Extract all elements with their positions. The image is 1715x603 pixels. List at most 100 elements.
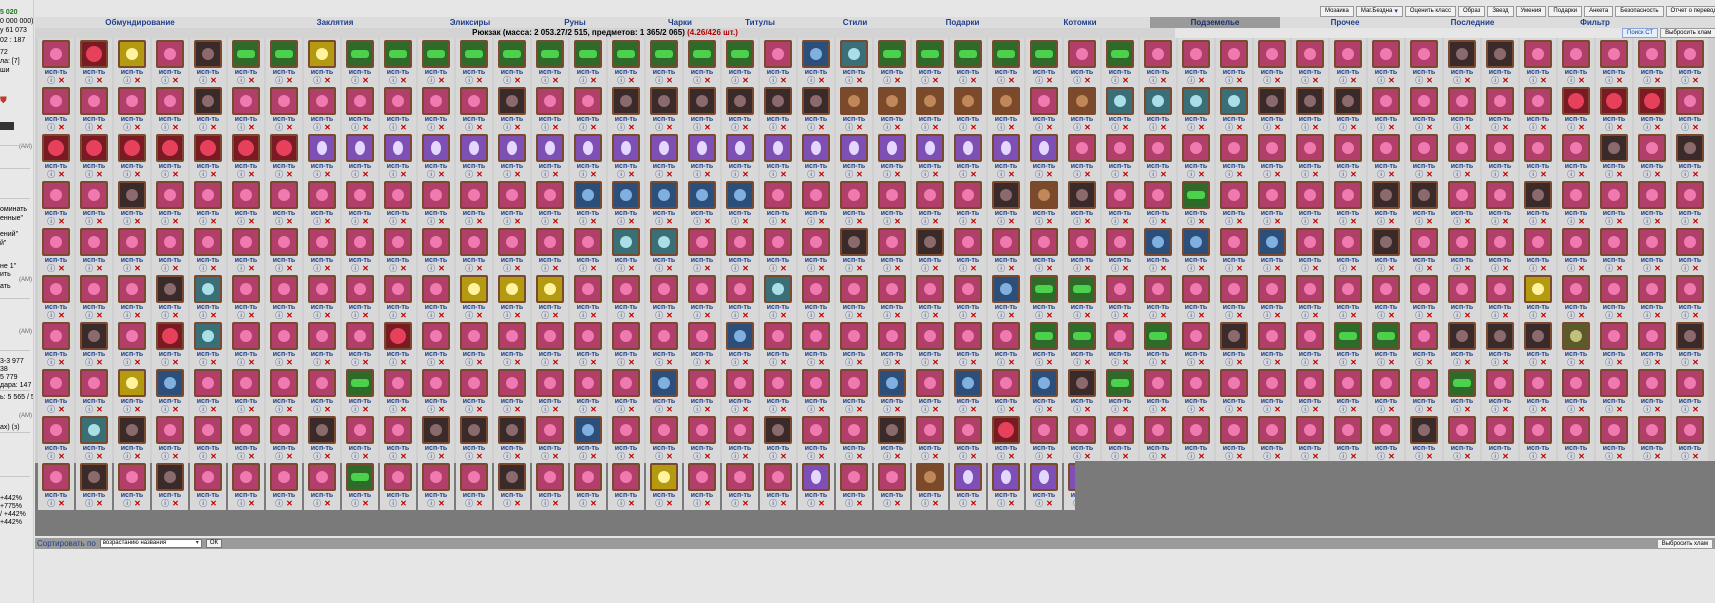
use-item-link[interactable]: исп-ть xyxy=(1406,163,1442,171)
use-item-link[interactable]: исп-ть xyxy=(228,163,264,171)
use-item-link[interactable]: исп-ть xyxy=(1520,116,1556,124)
delete-icon[interactable]: ✕ xyxy=(1692,217,1699,226)
item-pink-icon[interactable] xyxy=(1638,181,1666,209)
inventory-item[interactable]: исп-тьⓘ✕ xyxy=(38,38,74,87)
use-item-link[interactable]: исп-ть xyxy=(1672,445,1708,453)
inventory-item[interactable]: исп-тьⓘ✕ xyxy=(494,132,530,181)
item-pink-icon[interactable] xyxy=(1410,87,1438,115)
use-item-link[interactable]: исп-ть xyxy=(1406,398,1442,406)
item-pink-icon[interactable] xyxy=(764,369,792,397)
info-icon[interactable]: ⓘ xyxy=(389,170,397,179)
inventory-item[interactable]: исп-тьⓘ✕ xyxy=(1216,85,1252,134)
inventory-item[interactable]: исп-тьⓘ✕ xyxy=(304,320,340,369)
delete-icon[interactable]: ✕ xyxy=(1540,76,1547,85)
use-item-link[interactable]: исп-ть xyxy=(1482,116,1518,124)
use-item-link[interactable]: исп-ть xyxy=(608,492,644,500)
use-item-link[interactable]: исп-ть xyxy=(988,304,1024,312)
delete-icon[interactable]: ✕ xyxy=(476,217,483,226)
delete-icon[interactable]: ✕ xyxy=(780,76,787,85)
delete-icon[interactable]: ✕ xyxy=(704,217,711,226)
info-icon[interactable]: ⓘ xyxy=(845,264,853,273)
item-pink-icon[interactable] xyxy=(1106,134,1134,162)
delete-icon[interactable]: ✕ xyxy=(856,452,863,461)
delete-icon[interactable]: ✕ xyxy=(1654,405,1661,414)
item-purple-icon[interactable] xyxy=(878,134,906,162)
delete-icon[interactable]: ✕ xyxy=(1692,452,1699,461)
delete-icon[interactable]: ✕ xyxy=(590,358,597,367)
use-item-link[interactable]: исп-ть xyxy=(1140,69,1176,77)
item-green-icon[interactable] xyxy=(1334,322,1362,350)
item-pink-icon[interactable] xyxy=(1372,40,1400,68)
info-icon[interactable]: ⓘ xyxy=(617,452,625,461)
info-icon[interactable]: ⓘ xyxy=(883,76,891,85)
item-teal-icon[interactable] xyxy=(194,275,222,303)
delete-icon[interactable]: ✕ xyxy=(1388,405,1395,414)
use-item-link[interactable]: исп-ть xyxy=(760,210,796,218)
item-pink-icon[interactable] xyxy=(574,228,602,256)
use-item-link[interactable]: исп-ть xyxy=(418,398,454,406)
info-icon[interactable]: ⓘ xyxy=(1643,123,1651,132)
inventory-item[interactable]: исп-тьⓘ✕ xyxy=(1140,273,1176,322)
use-item-link[interactable]: исп-ть xyxy=(114,257,150,265)
item-pink-icon[interactable] xyxy=(688,463,716,491)
delete-icon[interactable]: ✕ xyxy=(552,499,559,508)
item-pink-icon[interactable] xyxy=(726,369,754,397)
info-icon[interactable]: ⓘ xyxy=(1491,170,1499,179)
use-item-link[interactable]: исп-ть xyxy=(1482,351,1518,359)
item-red-icon[interactable] xyxy=(1600,87,1628,115)
use-item-link[interactable]: исп-ть xyxy=(114,492,150,500)
use-item-link[interactable]: исп-ть xyxy=(1292,163,1328,171)
info-icon[interactable]: ⓘ xyxy=(921,311,929,320)
inventory-item[interactable]: исп-тьⓘ✕ xyxy=(494,38,530,87)
item-pink-icon[interactable] xyxy=(156,40,184,68)
delete-icon[interactable]: ✕ xyxy=(704,452,711,461)
item-purple-icon[interactable] xyxy=(916,134,944,162)
inventory-item[interactable]: исп-тьⓘ✕ xyxy=(912,179,948,228)
inventory-item[interactable]: исп-тьⓘ✕ xyxy=(1026,320,1062,369)
item-purple-icon[interactable] xyxy=(802,463,830,491)
item-yellow-icon[interactable] xyxy=(118,369,146,397)
item-purple-icon[interactable] xyxy=(764,134,792,162)
item-pink-icon[interactable] xyxy=(536,322,564,350)
inventory-item[interactable]: исп-тьⓘ✕ xyxy=(418,85,454,134)
info-icon[interactable]: ⓘ xyxy=(579,499,587,508)
use-item-link[interactable]: исп-ть xyxy=(988,69,1024,77)
info-icon[interactable]: ⓘ xyxy=(731,217,739,226)
inventory-item[interactable]: исп-тьⓘ✕ xyxy=(760,273,796,322)
info-icon[interactable]: ⓘ xyxy=(1339,358,1347,367)
inventory-item[interactable]: исп-тьⓘ✕ xyxy=(760,38,796,87)
use-item-link[interactable]: исп-ть xyxy=(152,445,188,453)
use-item-link[interactable]: исп-ть xyxy=(988,492,1024,500)
inventory-item[interactable]: исп-тьⓘ✕ xyxy=(456,226,492,275)
delete-icon[interactable]: ✕ xyxy=(590,452,597,461)
use-item-link[interactable]: исп-ть xyxy=(1596,351,1632,359)
item-pink-icon[interactable] xyxy=(1410,228,1438,256)
info-icon[interactable]: ⓘ xyxy=(503,123,511,132)
use-item-link[interactable]: исп-ть xyxy=(608,257,644,265)
item-blue-icon[interactable] xyxy=(650,369,678,397)
delete-icon[interactable]: ✕ xyxy=(1350,170,1357,179)
inventory-item[interactable]: исп-тьⓘ✕ xyxy=(798,273,834,322)
use-item-link[interactable]: исп-ть xyxy=(1216,257,1252,265)
item-pink-icon[interactable] xyxy=(1258,416,1286,444)
info-icon[interactable]: ⓘ xyxy=(541,452,549,461)
use-item-link[interactable]: исп-ть xyxy=(152,304,188,312)
use-item-link[interactable]: исп-ть xyxy=(722,116,758,124)
delete-icon[interactable]: ✕ xyxy=(96,123,103,132)
delete-icon[interactable]: ✕ xyxy=(248,217,255,226)
delete-icon[interactable]: ✕ xyxy=(1502,217,1509,226)
item-purple-icon[interactable] xyxy=(954,463,982,491)
info-icon[interactable]: ⓘ xyxy=(579,358,587,367)
info-icon[interactable]: ⓘ xyxy=(959,311,967,320)
info-icon[interactable]: ⓘ xyxy=(1453,217,1461,226)
use-item-link[interactable]: исп-ть xyxy=(988,351,1024,359)
delete-icon[interactable]: ✕ xyxy=(438,358,445,367)
delete-icon[interactable]: ✕ xyxy=(324,452,331,461)
use-item-link[interactable]: исп-ть xyxy=(76,116,112,124)
item-pink-icon[interactable] xyxy=(1486,416,1514,444)
item-pink-icon[interactable] xyxy=(460,228,488,256)
delete-icon[interactable]: ✕ xyxy=(552,405,559,414)
use-item-link[interactable]: исп-ть xyxy=(1026,163,1062,171)
delete-icon[interactable]: ✕ xyxy=(1350,358,1357,367)
info-icon[interactable]: ⓘ xyxy=(85,452,93,461)
